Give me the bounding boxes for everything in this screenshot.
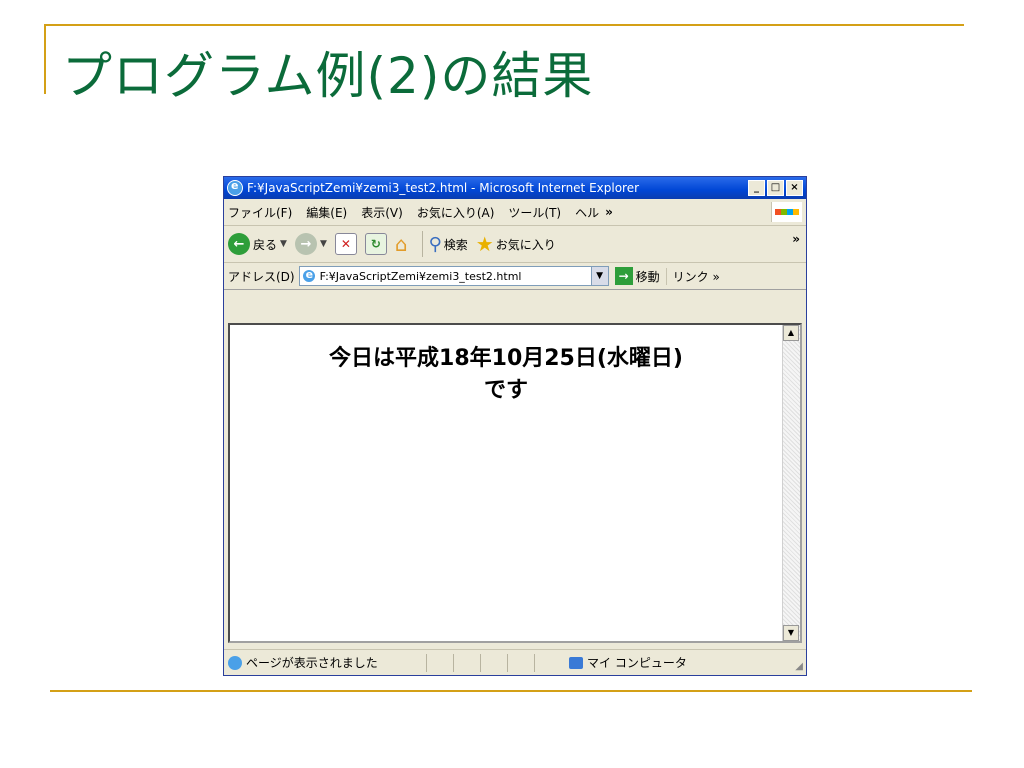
menu-view[interactable]: 表示(V) bbox=[361, 204, 403, 221]
left-rule bbox=[44, 24, 46, 94]
go-label: 移動 bbox=[635, 269, 660, 284]
forward-dropdown-icon[interactable]: ▼ bbox=[320, 239, 327, 249]
status-bar: ページが表示されました マイ コンピュータ ◢ bbox=[224, 649, 806, 675]
resize-grip-icon[interactable]: ◢ bbox=[795, 661, 803, 672]
status-text: ページが表示されました bbox=[246, 656, 378, 670]
toolbar-divider bbox=[421, 231, 423, 257]
links-button[interactable]: リンク » bbox=[665, 267, 720, 285]
security-zone: マイ コンピュータ bbox=[569, 654, 687, 671]
back-label: 戻る bbox=[253, 237, 278, 252]
bottom-rule bbox=[50, 690, 972, 692]
home-icon: ⌂ bbox=[394, 232, 408, 256]
status-cell bbox=[426, 653, 453, 672]
status-cell bbox=[534, 653, 561, 672]
zone-label: マイ コンピュータ bbox=[587, 656, 687, 670]
back-dropdown-icon[interactable]: ▼ bbox=[280, 239, 287, 249]
address-label: アドレス(D) bbox=[228, 269, 295, 284]
page-content: 今日は平成18年10月25日(水曜日) です ▲ ▼ bbox=[228, 323, 802, 643]
ie-window: F:¥JavaScriptZemi¥zemi3_test2.html - Mic… bbox=[223, 176, 807, 676]
window-title: F:¥JavaScriptZemi¥zemi3_test2.html - Mic… bbox=[247, 181, 640, 195]
search-label: 検索 bbox=[443, 237, 468, 252]
stop-button[interactable]: ✕ bbox=[334, 233, 357, 255]
forward-arrow-icon: → bbox=[294, 233, 317, 255]
address-dropdown-icon[interactable]: ▼ bbox=[590, 267, 608, 285]
page-text-line1: 今日は平成18年10月25日(水曜日) bbox=[329, 346, 683, 371]
window-titlebar[interactable]: F:¥JavaScriptZemi¥zemi3_test2.html - Mic… bbox=[224, 177, 806, 199]
ie-icon bbox=[227, 179, 243, 196]
minimize-button[interactable]: _ bbox=[748, 180, 765, 196]
go-button[interactable]: → 移動 bbox=[614, 267, 660, 285]
scroll-up-icon[interactable]: ▲ bbox=[783, 325, 799, 341]
slide-title: プログラム例(2)の結果 bbox=[62, 47, 594, 105]
address-value: F:¥JavaScriptZemi¥zemi3_test2.html bbox=[319, 269, 522, 283]
favorites-button[interactable]: ★ お気に入り bbox=[476, 232, 556, 256]
computer-icon bbox=[569, 656, 583, 669]
back-arrow-icon: ← bbox=[228, 233, 250, 255]
top-rule bbox=[44, 24, 964, 26]
status-cell bbox=[453, 653, 480, 672]
go-arrow-icon: → bbox=[614, 267, 633, 285]
favorites-label: お気に入り bbox=[495, 237, 556, 252]
stop-icon: ✕ bbox=[334, 233, 357, 255]
close-button[interactable]: × bbox=[786, 180, 803, 196]
page-text-line2: です bbox=[483, 378, 528, 403]
star-icon: ★ bbox=[475, 232, 494, 256]
search-icon: ⚲ bbox=[428, 233, 442, 255]
menu-tools[interactable]: ツール(T) bbox=[508, 204, 561, 221]
status-cell bbox=[507, 653, 534, 672]
maximize-button[interactable]: □ bbox=[767, 180, 784, 196]
back-button[interactable]: ← 戻る ▼ bbox=[228, 233, 287, 255]
menu-bar: ファイル(F) 編集(E) 表示(V) お気に入り(A) ツール(T) ヘル » bbox=[224, 199, 806, 226]
refresh-icon: ↻ bbox=[364, 233, 387, 255]
refresh-button[interactable]: ↻ bbox=[364, 233, 387, 255]
vertical-scrollbar[interactable]: ▲ ▼ bbox=[782, 325, 800, 641]
status-page-icon bbox=[228, 655, 242, 670]
menu-file[interactable]: ファイル(F) bbox=[228, 204, 292, 221]
scroll-down-icon[interactable]: ▼ bbox=[783, 625, 799, 641]
menu-help[interactable]: ヘル bbox=[575, 204, 599, 221]
forward-button[interactable]: → ▼ bbox=[294, 233, 327, 255]
toolbar-more-chevron-icon[interactable]: » bbox=[792, 232, 800, 246]
windows-logo-icon bbox=[771, 202, 802, 222]
home-button[interactable]: ⌂ bbox=[395, 232, 408, 256]
address-bar: アドレス(D) F:¥JavaScriptZemi¥zemi3_test2.ht… bbox=[224, 263, 806, 290]
address-input[interactable]: F:¥JavaScriptZemi¥zemi3_test2.html ▼ bbox=[298, 266, 609, 286]
menu-more-chevron-icon[interactable]: » bbox=[605, 205, 613, 219]
search-button[interactable]: ⚲ 検索 bbox=[429, 234, 468, 255]
page-icon bbox=[301, 268, 316, 283]
menu-edit[interactable]: 編集(E) bbox=[306, 204, 347, 221]
menu-favorites[interactable]: お気に入り(A) bbox=[417, 204, 495, 221]
toolbar: ← 戻る ▼ → ▼ ✕ ↻ ⌂ ⚲ 検索 ★ お気に入り » bbox=[224, 226, 806, 263]
page-text: 今日は平成18年10月25日(水曜日) です bbox=[230, 343, 782, 407]
status-cell bbox=[480, 653, 507, 672]
